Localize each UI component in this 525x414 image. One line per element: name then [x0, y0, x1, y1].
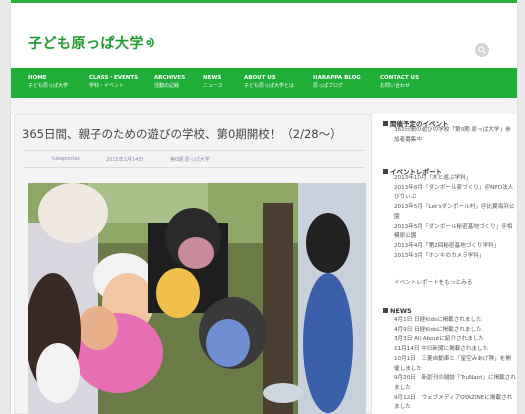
site-title-text[interactable]: 子ども原っぱ大学	[28, 36, 144, 52]
nav-news-en[interactable]: NEWS	[203, 74, 223, 82]
nav-item-blog[interactable]: HARAPPA BLOG 原っぱブログ	[313, 74, 361, 90]
nav-archives-jp[interactable]: 活動の記録	[154, 82, 185, 90]
nav-about-jp[interactable]: 子ども原っぱ大学とは	[244, 82, 294, 90]
news-item[interactable]: 10月1日 三菱自動車と「星空みあげ隊」を開催しました	[394, 355, 516, 374]
more-reports-link[interactable]: イベントレポートをもっとみる	[394, 278, 472, 286]
heading-square-icon	[383, 169, 388, 174]
nav-home-jp[interactable]: 子ども原っぱ大学	[28, 82, 68, 90]
post-photo[interactable]	[28, 183, 366, 414]
report-item[interactable]: 2013年8月「ダンボール家づくり」＠NPO法人びりぃぶ	[394, 184, 516, 203]
content-band	[11, 98, 517, 114]
post-title[interactable]: 365日間、親子のための遊びの学校、第0期開校！（2/28〜）	[22, 126, 362, 142]
report-item[interactable]: 2013年5月「Let'sダンボール村」＠比翼海浜公園	[394, 203, 516, 222]
nav-blog-en[interactable]: HARAPPA BLOG	[313, 74, 361, 82]
post-date: 2015年1月14日	[106, 157, 144, 163]
nav-blog-jp[interactable]: 原っぱブログ	[313, 82, 361, 90]
news-item[interactable]: 4月9日 日経Kidsに掲載されました	[394, 326, 516, 336]
search-icon	[478, 46, 486, 54]
post-category[interactable]: 第0期 原っぱ大学	[170, 156, 210, 163]
news-heading-text: NEWS	[390, 307, 412, 315]
news-heading: NEWS	[383, 307, 412, 315]
main-nav: HOME 子ども原っぱ大学 CLASS・EVENTS 学科・イベント ARCHIVE…	[11, 68, 517, 98]
report-item[interactable]: 2013年5月「ダンボール秘密基地づくり」＠相模原公園	[394, 223, 516, 242]
nav-item-class-events[interactable]: CLASS・EVENTS 学科・イベント	[89, 74, 138, 90]
heading-square-icon	[383, 308, 388, 313]
news-list: 4月1日 日経Kidsに掲載されました 4月9日 日経Kidsに掲載されました …	[394, 316, 516, 413]
site-title[interactable]: 子ども原っぱ大学 ᢀ	[28, 29, 154, 53]
event-reports-list: 2013年10月「木と遊ぶ学科」 2013年8月「ダンボール家づくり」＠NPO法…	[394, 174, 516, 261]
report-item[interactable]: 2013年10月「木と遊ぶ学科」	[394, 174, 516, 184]
post-author[interactable]: tukepontas	[52, 156, 80, 162]
nav-contact-jp[interactable]: お問い合わせ	[380, 82, 419, 90]
nav-item-home[interactable]: HOME 子ども原っぱ大学	[28, 74, 68, 90]
nav-class-jp[interactable]: 学科・イベント	[89, 82, 138, 90]
news-item[interactable]: 9月20日 新創刊の雑誌「TruNant」に掲載されました	[394, 374, 516, 393]
nav-class-en[interactable]: CLASS・EVENTS	[89, 74, 138, 82]
nav-about-en[interactable]: ABOUT US	[244, 74, 294, 82]
children-face-paint-photo	[28, 183, 366, 414]
report-item[interactable]: 2013年4月「第2回秘密基地づくり学科」	[394, 242, 516, 252]
leaf-icon: ᢀ	[146, 36, 155, 52]
nav-item-archives[interactable]: ARCHIVES 活動の記録	[154, 74, 185, 90]
post-meta: tukepontas 2015年1月14日 第0期 原っぱ大学	[24, 150, 364, 168]
nav-item-contact[interactable]: CONTACT US お問い合わせ	[380, 74, 419, 90]
nav-news-jp[interactable]: ニュース	[203, 82, 223, 90]
news-item[interactable]: 9月12日 ウェブメディアOYAZINEに掲載されました	[394, 394, 516, 413]
news-item[interactable]: 11月14日 中日新聞に掲載されました	[394, 345, 516, 355]
nav-item-news[interactable]: NEWS ニュース	[203, 74, 223, 90]
search-button[interactable]	[475, 43, 489, 57]
nav-item-about[interactable]: ABOUT US 子ども原っぱ大学とは	[244, 74, 294, 90]
site-header: 子ども原っぱ大学 ᢀ	[11, 0, 517, 68]
upcoming-event-link[interactable]: 365日間の遊びの学校「第0期 原っぱ大学」参加者募集中	[394, 126, 516, 145]
nav-home-en[interactable]: HOME	[28, 74, 68, 82]
news-item[interactable]: 3月3日 All Aboutに紹介されました	[394, 335, 516, 345]
report-item[interactable]: 2013年3月「ホンキのカメラ学科」	[394, 252, 516, 262]
nav-contact-en[interactable]: CONTACT US	[380, 74, 419, 82]
nav-archives-en[interactable]: ARCHIVES	[154, 74, 185, 82]
news-item[interactable]: 4月1日 日経Kidsに掲載されました	[394, 316, 516, 326]
heading-square-icon	[383, 121, 388, 126]
